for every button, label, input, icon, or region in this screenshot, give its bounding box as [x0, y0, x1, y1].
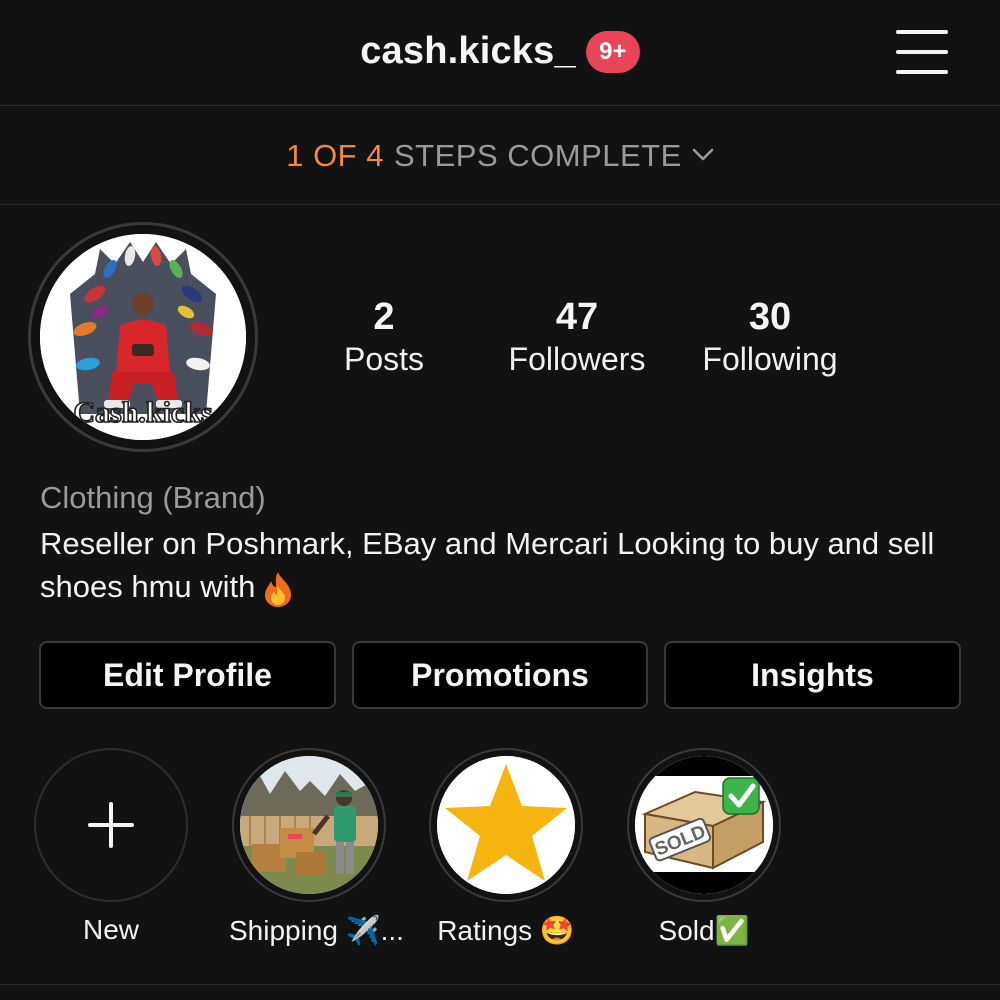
followers-count: 47 — [555, 296, 599, 338]
profile-category: Clothing (Brand) — [40, 480, 266, 515]
insights-button[interactable]: Insights — [664, 641, 961, 709]
delivery-person-illustration — [240, 756, 378, 894]
highlight-ring — [232, 748, 386, 902]
highlight-ratings[interactable]: Ratings 🤩 — [428, 748, 584, 947]
highlight-label: Shipping ✈️... — [229, 915, 404, 946]
fire-emoji-icon — [265, 571, 292, 607]
following-count: 30 — [748, 296, 792, 338]
profile-header: cash.kicks_ 9+ — [0, 0, 1000, 106]
username-switcher[interactable]: cash.kicks_ 9+ — [0, 30, 1000, 73]
shipping-highlight-image — [240, 756, 378, 894]
steps-label: STEPS COMPLETE — [393, 137, 682, 173]
posts-label: Posts — [343, 341, 425, 377]
star-icon — [437, 756, 575, 894]
followers-stat[interactable]: 47 Followers — [492, 296, 662, 378]
notification-badge: 9+ — [585, 30, 640, 73]
highlight-label: Ratings 🤩 — [437, 915, 575, 946]
edit-profile-button[interactable]: Edit Profile — [39, 641, 336, 709]
highlight-sold[interactable]: SOLD Sold✅ — [626, 748, 782, 947]
following-label: Following — [702, 341, 838, 377]
avatar-image: Cash.kicks — [40, 234, 246, 440]
steps-complete-bar[interactable]: 1 OF 4 STEPS COMPLETE — [0, 107, 1000, 205]
chevron-down-icon — [692, 148, 714, 160]
profile-avatar[interactable]: Cash.kicks — [28, 222, 258, 452]
highlight-label: New — [82, 914, 139, 945]
profile-bio: Reseller on Poshmark, EBay and Mercari L… — [40, 522, 970, 608]
highlight-ring: SOLD — [627, 748, 781, 902]
following-stat[interactable]: 30 Following — [690, 296, 850, 378]
username[interactable]: cash.kicks_ — [360, 30, 576, 73]
sold-box-illustration: SOLD — [635, 756, 773, 894]
followers-label: Followers — [508, 341, 646, 377]
highlight-ring — [429, 748, 583, 902]
highlight-label: Sold✅ — [658, 915, 750, 946]
divider — [0, 984, 1000, 985]
new-highlight-circle[interactable] — [34, 748, 188, 902]
posts-count: 2 — [373, 296, 395, 338]
promotions-button[interactable]: Promotions — [352, 641, 648, 709]
steps-progress: 1 OF 4 — [286, 137, 384, 173]
posts-stat[interactable]: 2 Posts — [334, 296, 434, 378]
sold-highlight-image: SOLD — [635, 756, 773, 894]
highlight-new[interactable]: New — [33, 748, 189, 946]
highlight-shipping[interactable]: Shipping ✈️... — [229, 748, 404, 947]
svg-text:Cash.kicks: Cash.kicks — [73, 396, 212, 429]
plus-icon — [88, 802, 134, 848]
hamburger-menu-icon[interactable] — [896, 30, 948, 74]
bio-text: Reseller on Poshmark, EBay and Mercari L… — [40, 526, 935, 604]
avatar-throne-illustration: Cash.kicks — [40, 234, 246, 440]
ratings-highlight-image — [437, 756, 575, 894]
